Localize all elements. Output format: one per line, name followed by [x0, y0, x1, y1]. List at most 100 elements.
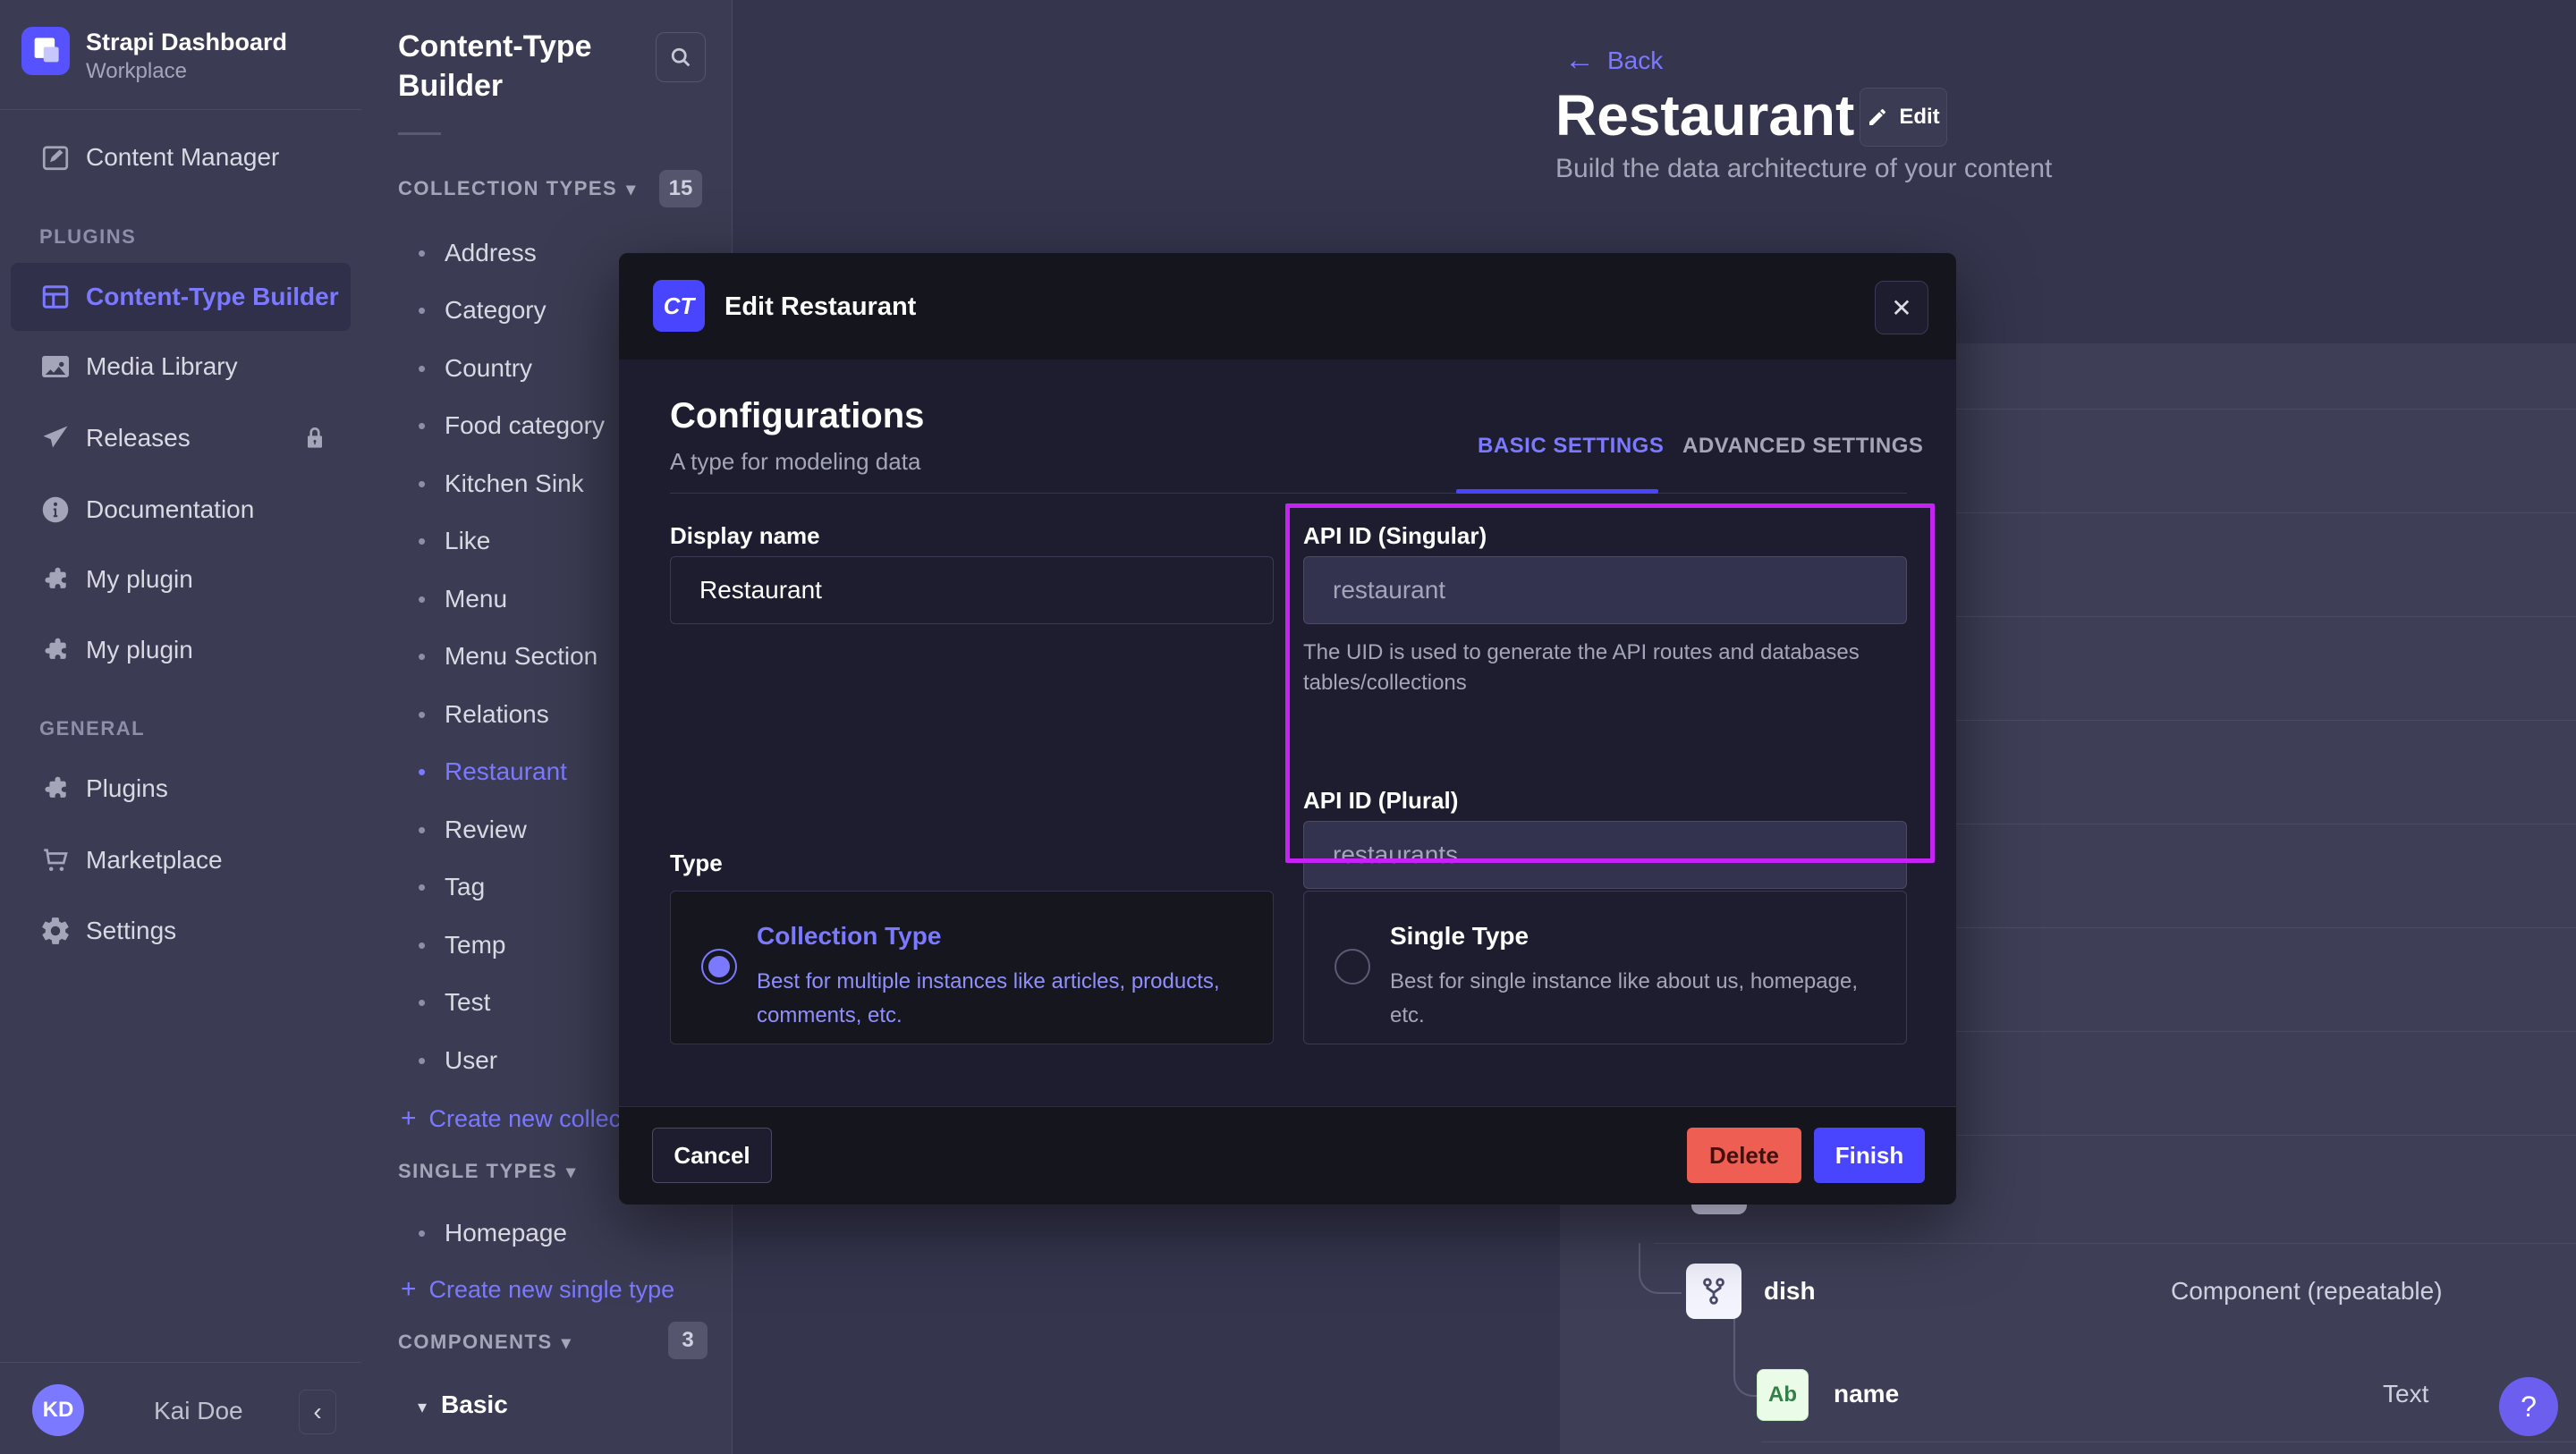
- question-mark-icon: ?: [2521, 1391, 2537, 1424]
- sidebar-item-content-type-builder[interactable]: Content-Type Builder: [0, 268, 361, 325]
- item-label: Menu Section: [445, 642, 597, 670]
- bullet-icon: •: [418, 408, 428, 444]
- display-name-label: Display name: [670, 522, 820, 550]
- collection-count-badge: 15: [659, 170, 702, 207]
- sidebar-item-label: Plugins: [86, 773, 168, 805]
- components-header[interactable]: COMPONENTS ▾: [398, 1331, 572, 1354]
- bullet-icon: •: [418, 1215, 428, 1251]
- field-name: name: [1834, 1380, 1899, 1408]
- sidebar-item-documentation[interactable]: Documentation: [0, 481, 361, 538]
- modal-title: Edit Restaurant: [724, 292, 916, 322]
- plus-icon: +: [401, 1103, 417, 1133]
- sidebar-item-content-manager[interactable]: Content Manager: [0, 129, 361, 186]
- create-single-type-link[interactable]: + Create new single type: [401, 1272, 674, 1307]
- help-button[interactable]: ?: [2499, 1377, 2558, 1436]
- workspace-name: Workplace: [86, 59, 187, 84]
- display-name-input[interactable]: Restaurant: [670, 556, 1274, 624]
- sidebar-item-plugins[interactable]: Plugins: [0, 760, 361, 817]
- single-type-card[interactable]: Single Type Best for single instance lik…: [1303, 891, 1907, 1044]
- sidebar-item-media-library[interactable]: Media Library: [0, 338, 361, 395]
- back-link[interactable]: ← Back: [1564, 43, 1663, 78]
- sidebar-item-label: Marketplace: [86, 844, 223, 876]
- component-icon: [1686, 1264, 1741, 1319]
- radio-unselected-icon[interactable]: [1335, 949, 1370, 985]
- sidebar-item-label: My plugin: [86, 563, 193, 596]
- cancel-button[interactable]: Cancel: [652, 1128, 772, 1183]
- caret-down-icon: ▾: [562, 1333, 572, 1353]
- avatar[interactable]: KD: [32, 1384, 84, 1436]
- item-label: Tag: [445, 873, 485, 900]
- tab-advanced-settings[interactable]: ADVANCED SETTINGS: [1682, 434, 1923, 459]
- item-label: Menu: [445, 585, 507, 613]
- caret-down-icon: ▾: [566, 1162, 577, 1182]
- bullet-icon: •: [418, 523, 428, 559]
- divider: [0, 1362, 361, 1363]
- collapse-sidebar-button[interactable]: ‹: [299, 1390, 336, 1434]
- divider: [398, 132, 441, 135]
- api-id-singular-hint: The UID is used to generate the API rout…: [1303, 638, 1894, 698]
- edit-button[interactable]: Edit: [1860, 88, 1947, 147]
- search-button[interactable]: [656, 32, 706, 82]
- item-label: Review: [445, 816, 527, 843]
- pencil-icon: [1867, 106, 1888, 128]
- item-label: Address: [445, 239, 537, 266]
- edit-label: Edit: [1899, 105, 1939, 130]
- finish-button[interactable]: Finish: [1814, 1128, 1925, 1183]
- bullet-icon: •: [418, 235, 428, 271]
- sidebar-item-settings[interactable]: Settings: [0, 902, 361, 959]
- item-label: Homepage: [445, 1219, 567, 1247]
- chevron-left-icon: ‹: [313, 1398, 321, 1426]
- sidebar-item-my-plugin-2[interactable]: My plugin: [0, 621, 361, 679]
- plugins-section-label: PLUGINS: [39, 225, 136, 249]
- sidebar-item-my-plugin-1[interactable]: My plugin: [0, 551, 361, 608]
- sidebar-item-label: Releases: [86, 422, 191, 454]
- lock-icon: [301, 424, 329, 452]
- tree-connector: [1733, 1319, 1758, 1397]
- bullet-icon: •: [418, 985, 428, 1020]
- sidebar-item-label: Documentation: [86, 494, 254, 526]
- edit-restaurant-modal: CT Edit Restaurant ✕ Configurations A ty…: [619, 253, 1956, 1204]
- bullet-icon: •: [418, 466, 428, 502]
- app-name: Strapi Dashboard: [86, 29, 287, 56]
- sidebar-item-releases[interactable]: Releases: [0, 410, 361, 467]
- display-name-value: Restaurant: [699, 576, 822, 604]
- item-label: Like: [445, 527, 490, 554]
- plus-icon: +: [401, 1274, 417, 1304]
- modal-subheading: A type for modeling data: [670, 448, 920, 476]
- strapi-logo[interactable]: [21, 27, 70, 75]
- modal-header: CT Edit Restaurant ✕: [619, 253, 1956, 359]
- delete-button[interactable]: Delete: [1687, 1128, 1801, 1183]
- collection-types-header[interactable]: COLLECTION TYPES▾: [398, 177, 637, 200]
- group-label: Basic: [441, 1391, 508, 1418]
- component-group-basic[interactable]: ▾Basic: [398, 1387, 508, 1423]
- field-type: Component (repeatable): [2171, 1277, 2443, 1306]
- field-name: dish: [1764, 1277, 1816, 1306]
- single-type-desc: Best for single instance like about us, …: [1390, 965, 1873, 1033]
- text-field-icon: Ab: [1757, 1369, 1809, 1421]
- api-id-plural-label: API ID (Plural): [1303, 787, 1458, 815]
- single-types-label: SINGLE TYPES: [398, 1160, 557, 1182]
- modal-footer: Cancel Delete Finish: [619, 1106, 1956, 1205]
- api-id-singular-input[interactable]: restaurant: [1303, 556, 1907, 624]
- modal-heading: Configurations: [670, 396, 924, 436]
- main-sidebar: Strapi Dashboard Workplace Content Manag…: [0, 0, 362, 1454]
- sidebar-item-marketplace[interactable]: Marketplace: [0, 832, 361, 889]
- sidebar-item-homepage[interactable]: • Homepage: [398, 1215, 731, 1251]
- active-tab-underline: [1456, 489, 1658, 494]
- components-label: COMPONENTS: [398, 1331, 553, 1353]
- bullet-icon: •: [418, 351, 428, 386]
- api-id-plural-input[interactable]: restaurants: [1303, 821, 1907, 889]
- back-label: Back: [1607, 46, 1663, 75]
- field-type: Text: [2383, 1380, 2428, 1408]
- collection-type-card[interactable]: Collection Type Best for multiple instan…: [670, 891, 1274, 1044]
- single-types-header[interactable]: SINGLE TYPES ▾: [398, 1160, 577, 1183]
- content-type-badge: CT: [653, 280, 705, 332]
- sidebar-item-label: Content-Type Builder: [86, 281, 339, 313]
- close-button[interactable]: ✕: [1875, 281, 1928, 334]
- tab-basic-settings[interactable]: BASIC SETTINGS: [1478, 434, 1664, 459]
- create-single-label: Create new single type: [429, 1276, 675, 1303]
- bullet-icon: •: [418, 869, 428, 905]
- tree-connector: [1639, 1243, 1682, 1294]
- item-label: Category: [445, 296, 547, 324]
- radio-selected-icon[interactable]: [701, 949, 737, 985]
